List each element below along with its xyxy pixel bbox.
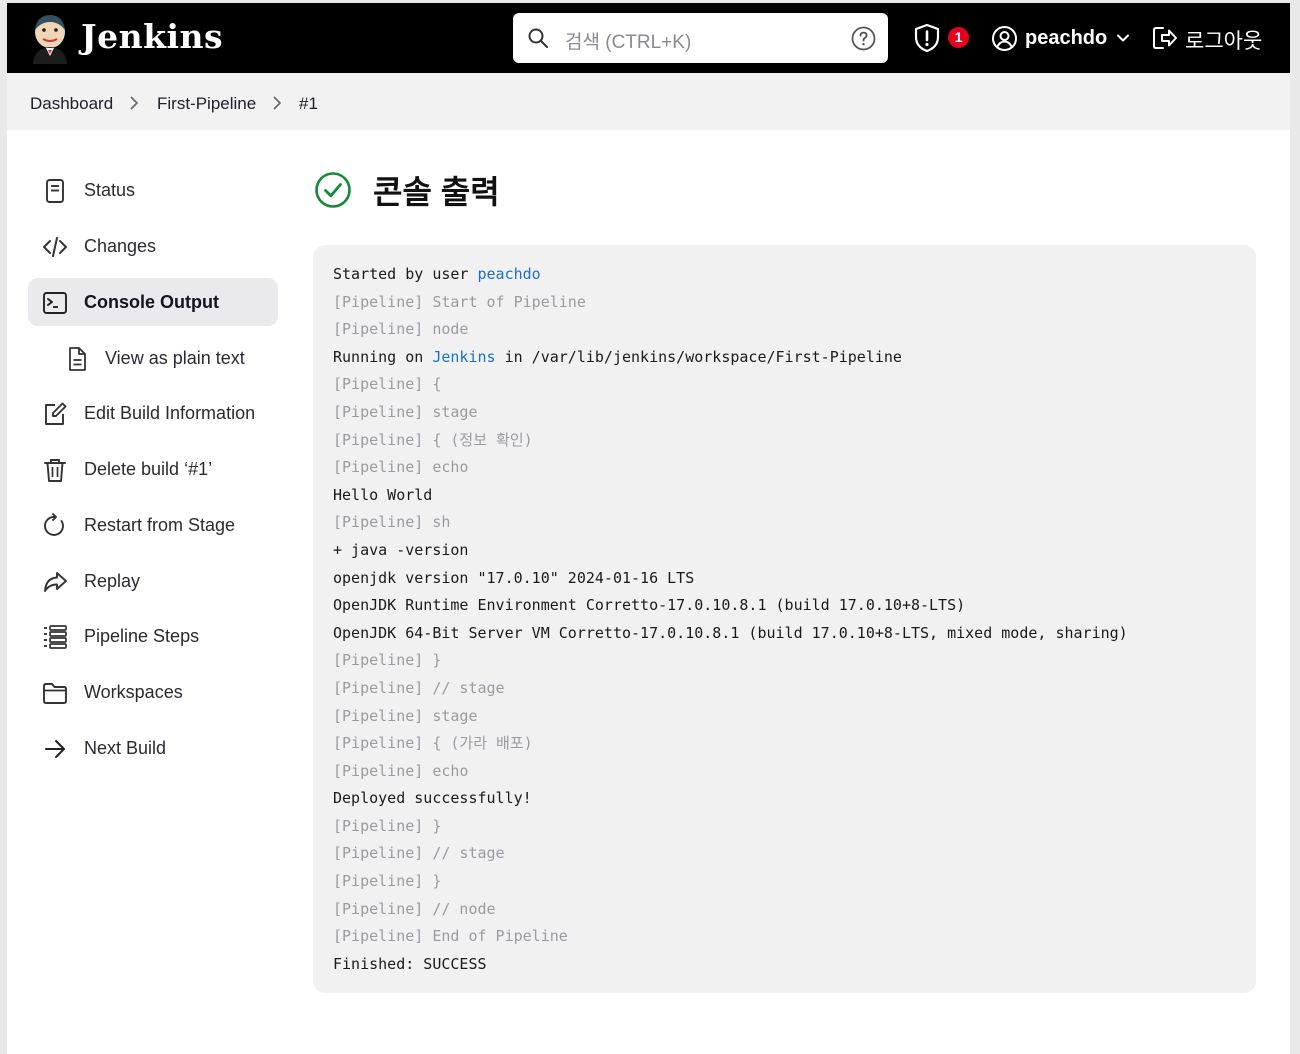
sidebar-item-status[interactable]: Status <box>28 166 278 214</box>
breadcrumb-dashboard[interactable]: Dashboard <box>30 94 113 114</box>
search-icon <box>528 28 548 48</box>
restart-icon <box>44 513 64 536</box>
logout-icon[interactable] <box>1151 24 1179 52</box>
jenkins-logo-icon[interactable] <box>29 12 71 64</box>
breadcrumb: Dashboard First-Pipeline #1 <box>7 73 1290 130</box>
security-shield-icon[interactable] <box>913 23 941 53</box>
page-title: 콘솔 출력 <box>373 174 500 210</box>
console-line: [Pipeline] } <box>333 872 442 891</box>
sidebar-item-label: Pipeline Steps <box>84 626 200 646</box>
sidebar-item-replay[interactable]: Replay <box>28 557 278 605</box>
sidebar-item-label: Workspaces <box>84 682 183 702</box>
list-icon <box>44 625 67 649</box>
help-icon[interactable] <box>851 26 876 51</box>
console-line: [Pipeline] node <box>333 320 469 339</box>
console-output: Started by user peachdo [Pipeline] Start… <box>313 245 1256 993</box>
console-line: OpenJDK Runtime Environment Corretto-17.… <box>333 596 966 615</box>
logout-link[interactable]: 로그아웃 <box>1185 25 1262 55</box>
document-icon <box>46 179 64 203</box>
console-line: [Pipeline] End of Pipeline <box>333 927 568 946</box>
sidebar-item-delete-build[interactable]: Delete build ‘#1’ <box>28 445 278 493</box>
console-line: Running on Jenkins in /var/lib/jenkins/w… <box>333 344 1128 372</box>
sidebar-item-edit-build-information[interactable]: Edit Build Information <box>28 389 278 437</box>
console-line: [Pipeline] stage <box>333 402 478 421</box>
chevron-down-icon[interactable] <box>1115 31 1131 45</box>
sidebar-item-label: Console Output <box>84 292 219 312</box>
sidebar-item-label: Edit Build Information <box>84 403 256 423</box>
console-line: [Pipeline] echo <box>333 761 469 780</box>
console-line: [Pipeline] { <box>333 375 442 394</box>
edit-icon <box>45 402 67 425</box>
sidebar-item-restart-from-stage[interactable]: Restart from Stage <box>28 501 278 549</box>
console-line: [Pipeline] } <box>333 651 442 670</box>
sidebar-item-label: Restart from Stage <box>84 515 236 535</box>
brand-name[interactable]: Jenkins <box>81 17 223 56</box>
arrow-right-icon <box>45 740 65 758</box>
sidebar-item-console-output[interactable]: Console Output <box>28 278 278 326</box>
search-input[interactable]: 검색 (CTRL+K) <box>565 27 691 54</box>
console-line: [Pipeline] { (정보 확인) <box>333 430 533 449</box>
sidebar-item-view-plain-text[interactable]: View as plain text <box>28 334 278 382</box>
sidebar-item-label: Changes <box>84 236 157 256</box>
console-line: Deployed successfully! <box>333 789 532 808</box>
trash-icon <box>44 459 66 482</box>
chevron-right-icon <box>273 96 282 110</box>
breadcrumb-first-pipeline[interactable]: First-Pipeline <box>157 94 256 114</box>
sidebar-item-label: Replay <box>84 571 141 591</box>
console-line: [Pipeline] sh <box>333 513 451 532</box>
folder-icon <box>43 683 67 704</box>
console-line: [Pipeline] echo <box>333 458 469 477</box>
sidebar-item-label: View as plain text <box>105 348 245 368</box>
search-box[interactable]: 검색 (CTRL+K) <box>513 13 888 63</box>
console-line: Hello World <box>333 485 433 504</box>
console-text: in /var/lib/jenkins/workspace/First-Pipe… <box>495 347 902 366</box>
replay-icon <box>44 572 67 592</box>
sidebar-item-pipeline-steps[interactable]: Pipeline Steps <box>28 612 278 660</box>
success-check-icon <box>315 172 351 208</box>
sidebar-item-label: Delete build ‘#1’ <box>84 459 213 479</box>
username-link[interactable]: peachdo <box>1025 27 1107 50</box>
console-line: Started by user peachdo <box>333 261 1128 289</box>
console-line: [Pipeline] // stage <box>333 678 505 697</box>
console-line: [Pipeline] } <box>333 816 442 835</box>
console-line: [Pipeline] stage <box>333 706 478 725</box>
console-line: openjdk version "17.0.10" 2024-01-16 LTS <box>333 568 695 587</box>
user-link[interactable]: peachdo <box>478 265 541 283</box>
console-line: [Pipeline] // stage <box>333 844 505 863</box>
notification-badge[interactable]: 1 <box>948 27 969 48</box>
sidebar-item-workspaces[interactable]: Workspaces <box>28 668 278 716</box>
console-line: [Pipeline] Start of Pipeline <box>333 292 586 311</box>
console-line: [Pipeline] // node <box>333 899 496 918</box>
chevron-right-icon <box>130 96 139 110</box>
terminal-icon <box>43 292 67 314</box>
console-line: Finished: SUCCESS <box>333 954 487 973</box>
console-line: OpenJDK 64-Bit Server VM Corretto-17.0.1… <box>333 623 1128 642</box>
console-text: Started by user <box>333 265 478 283</box>
sidebar-item-next-build[interactable]: Next Build <box>28 724 278 772</box>
top-header: Jenkins 검색 (CTRL+K) 1 peachdo 로그아웃 <box>7 3 1290 73</box>
console-line: + java -version <box>333 540 469 559</box>
file-text-icon <box>69 347 86 371</box>
breadcrumb-build-1[interactable]: #1 <box>299 94 318 114</box>
sidebar-item-label: Next Build <box>84 738 167 758</box>
sidebar-item-changes[interactable]: Changes <box>28 222 278 270</box>
code-icon <box>43 237 67 257</box>
console-line: [Pipeline] { (가라 배포) <box>333 734 533 753</box>
console-text: Running on <box>333 347 433 366</box>
user-avatar-icon[interactable] <box>991 25 1018 52</box>
node-link[interactable]: Jenkins <box>432 348 495 366</box>
sidebar-item-label: Status <box>84 180 136 200</box>
app-frame: Jenkins 검색 (CTRL+K) 1 peachdo 로그아웃 Dashb… <box>7 3 1290 1054</box>
